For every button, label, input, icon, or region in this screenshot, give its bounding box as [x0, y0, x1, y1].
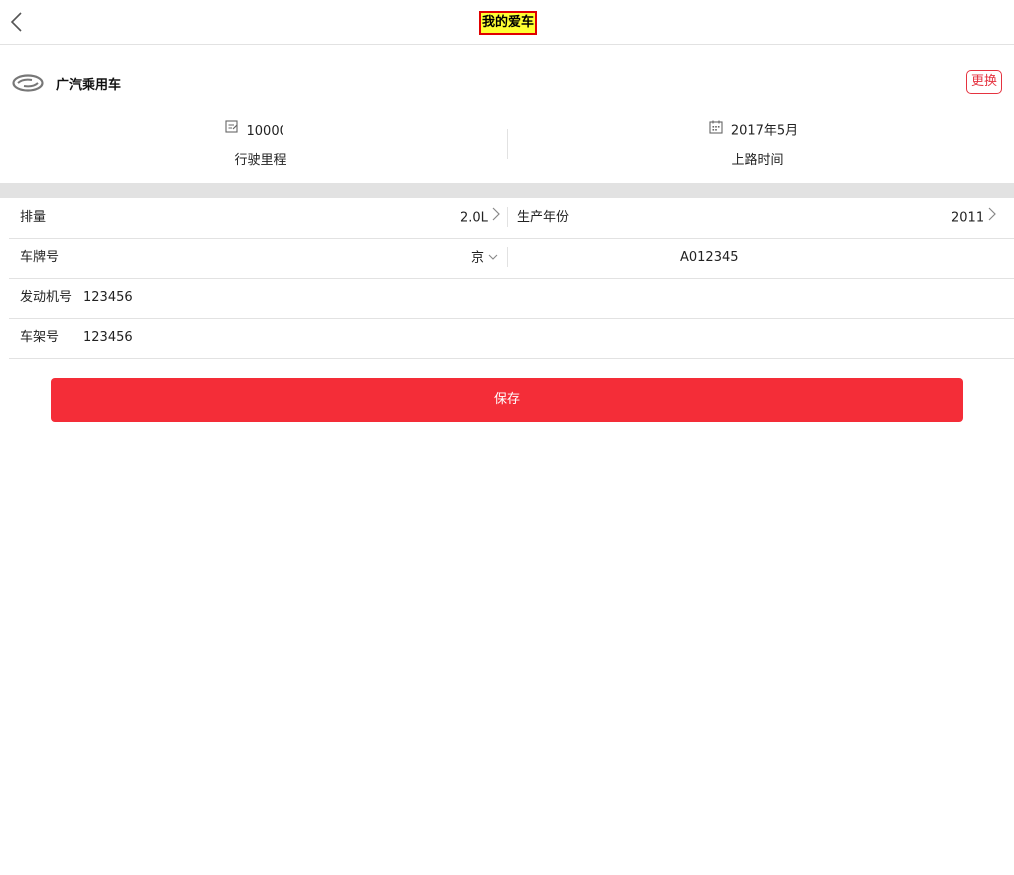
chevron-down-icon — [488, 238, 498, 278]
on-road-label: 上路时间 — [731, 153, 784, 168]
engine-row: 发动机号 123456 — [9, 278, 1014, 319]
production-year-value: 2011 — [951, 210, 985, 226]
save-button[interactable]: 保存 — [51, 378, 963, 422]
plate-row: 车牌号 京 A012345 — [9, 238, 1014, 279]
section-separator — [0, 183, 1014, 198]
brand-logo-icon — [12, 72, 44, 94]
mileage-stat: 行驶里程 — [0, 120, 507, 172]
engine-label: 发动机号 — [20, 290, 73, 305]
on-road-value: 2017年5月 — [730, 123, 799, 139]
chevron-right-icon — [988, 198, 996, 238]
production-year-label: 生产年份 — [517, 210, 570, 225]
chevron-left-icon — [10, 12, 22, 32]
row-divider — [507, 247, 508, 267]
vin-row: 车架号 123456 — [9, 318, 1014, 359]
displacement-select[interactable]: 2.0L — [460, 198, 500, 238]
mileage-input[interactable] — [246, 123, 283, 139]
chevron-right-icon — [492, 198, 500, 238]
back-button[interactable] — [6, 10, 30, 34]
vin-input[interactable]: 123456 — [83, 318, 133, 358]
mileage-label: 行驶里程 — [234, 153, 287, 168]
plate-label: 车牌号 — [20, 250, 60, 265]
row-divider — [507, 207, 508, 227]
vin-label: 车架号 — [20, 330, 60, 345]
displacement-label: 排量 — [20, 210, 47, 225]
plate-number-input[interactable]: A012345 — [680, 238, 739, 278]
page-title: 我的爱车 — [479, 11, 538, 35]
plate-province-select[interactable]: 京 — [471, 238, 498, 278]
displacement-value: 2.0L — [460, 210, 488, 226]
engine-number-input[interactable]: 123456 — [83, 278, 133, 318]
car-brand-name: 广汽乘用车 — [56, 78, 122, 93]
change-car-button[interactable]: 更换 — [966, 70, 1002, 94]
on-road-stat[interactable]: 2017年5月 上路时间 — [507, 120, 1014, 172]
top-bar: 我的爱车 — [0, 0, 1014, 45]
production-year-select[interactable]: 2011 — [951, 198, 996, 238]
displacement-year-row: 排量 2.0L 生产年份 2011 — [9, 198, 1014, 239]
edit-icon — [224, 120, 239, 142]
calendar-icon — [709, 120, 723, 142]
plate-province: 京 — [471, 250, 485, 266]
